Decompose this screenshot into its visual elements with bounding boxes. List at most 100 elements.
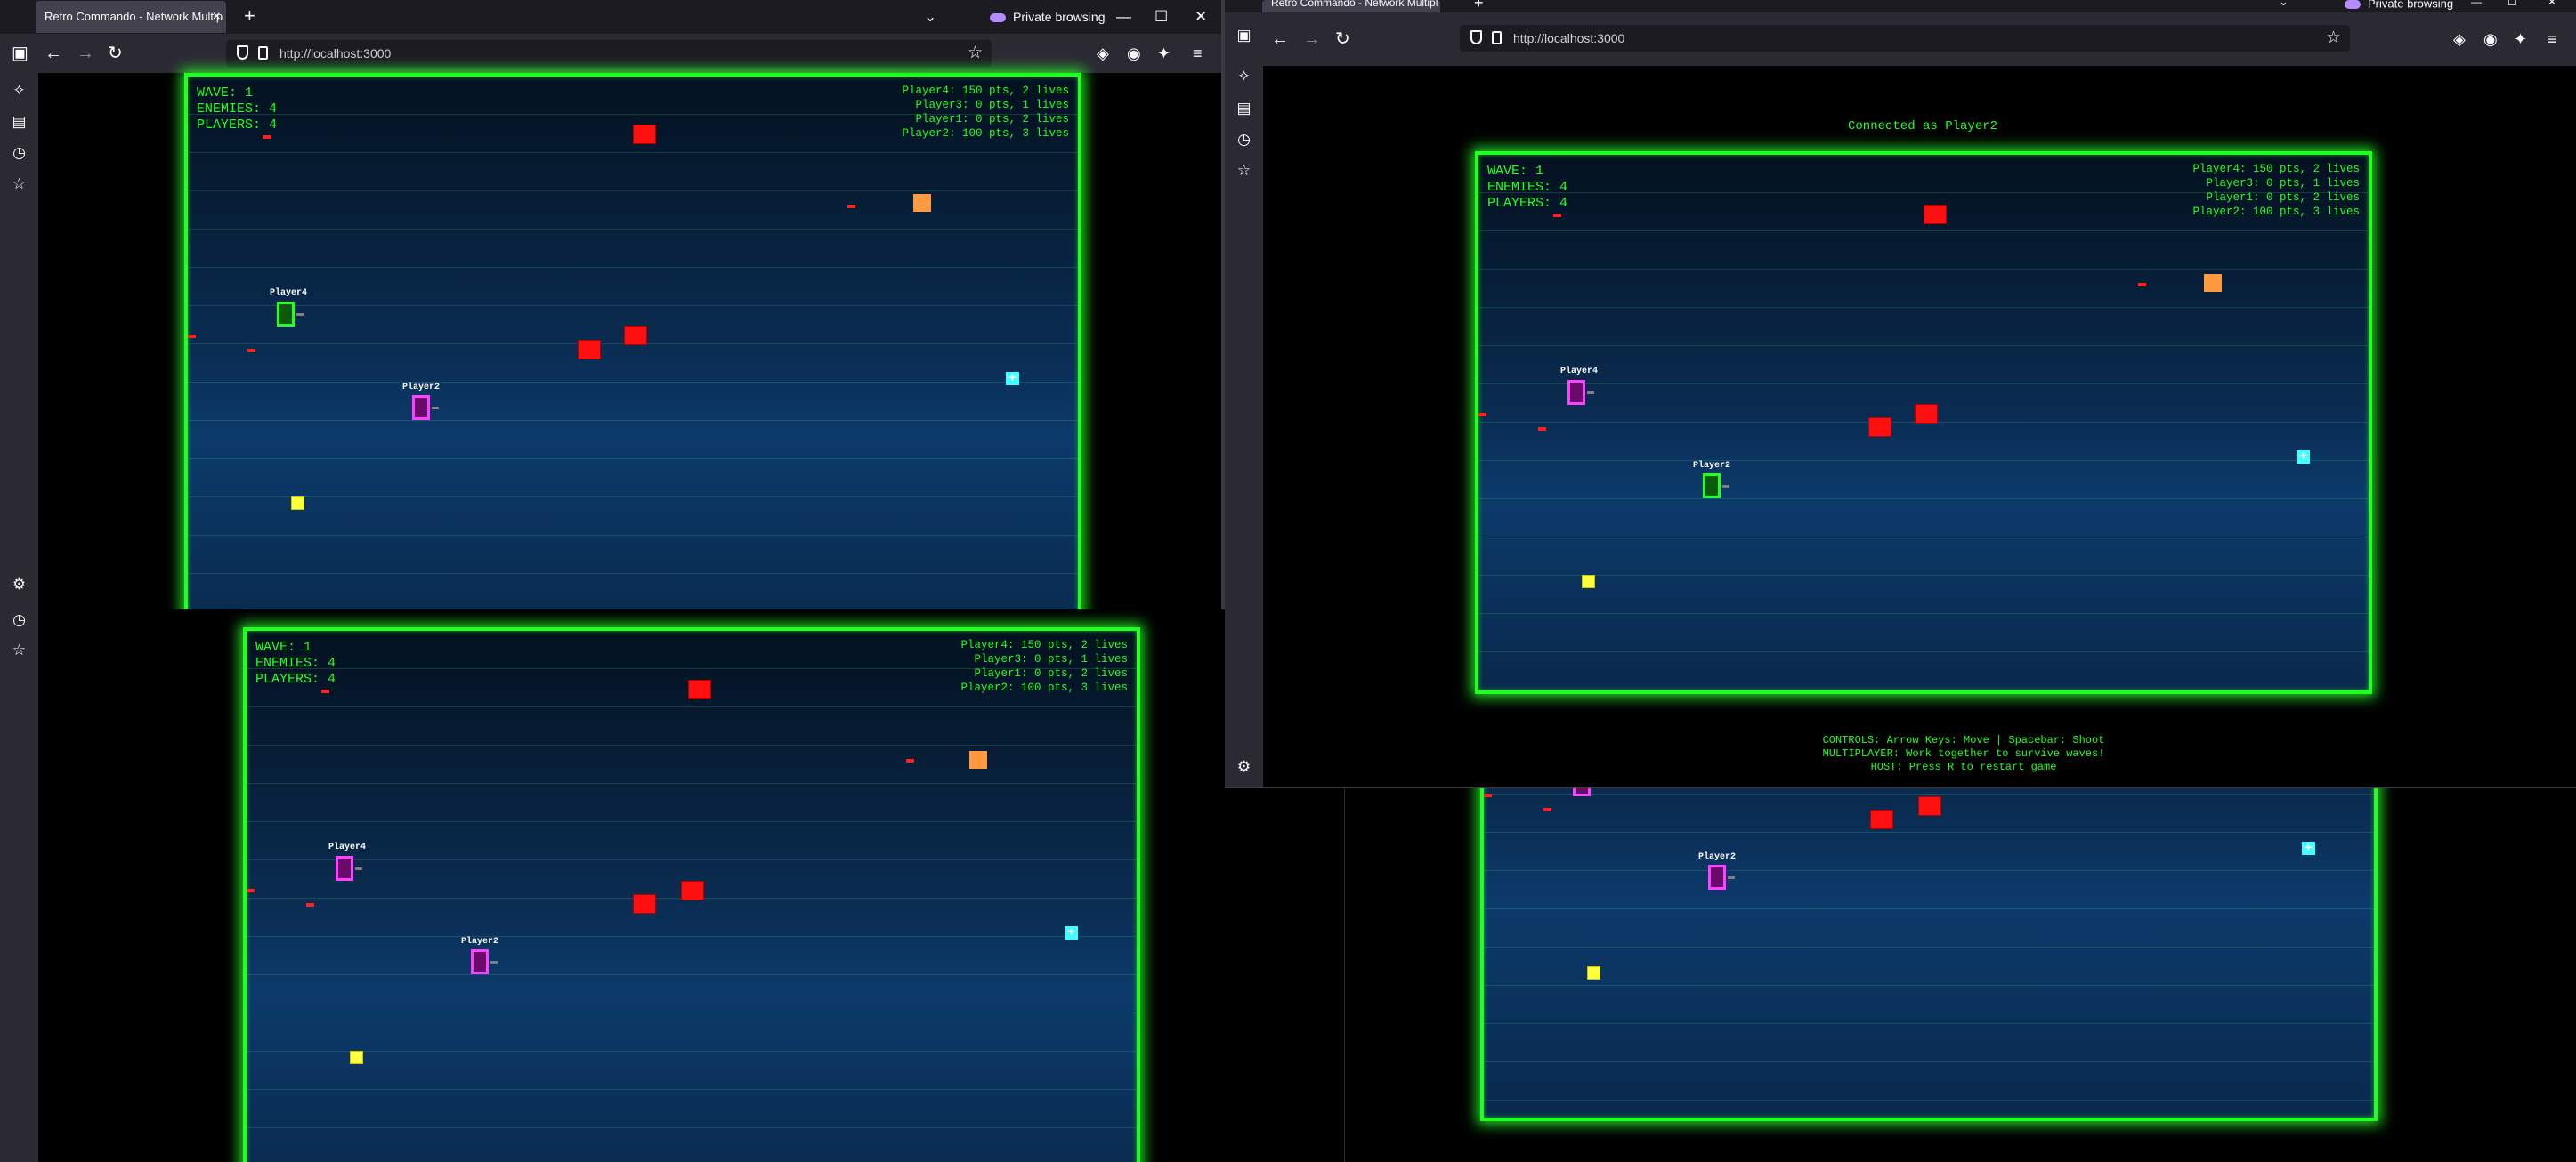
navigation-bar: ▣ ← → ↻ http://localhost:3000 ☆ ◈ ◉ ✦ ≡ <box>1225 12 2576 66</box>
sidebar: ◷ ☆ <box>0 609 38 1162</box>
maximize-button[interactable]: ☐ <box>1154 0 1168 34</box>
connection-status: Connected as Player2 <box>1848 119 1998 133</box>
score-row: Player3: 0 pts, 1 lives <box>2206 177 2360 190</box>
ai-chat-icon[interactable]: ✧ <box>1225 68 1263 85</box>
close-tab-icon[interactable]: × <box>213 1 221 33</box>
private-browsing-indicator: Private browsing <box>2345 0 2453 9</box>
bookmarks-icon[interactable]: ☆ <box>0 642 38 659</box>
score-row: Player3: 0 pts, 1 lives <box>974 653 1128 666</box>
score-row: Player2: 100 pts, 3 lives <box>2192 206 2360 218</box>
back-icon[interactable]: ← <box>45 34 62 73</box>
sidebar-toggle-icon[interactable]: ▣ <box>12 34 28 73</box>
bookmarks-icon[interactable]: ☆ <box>0 175 38 193</box>
minimize-button[interactable]: — <box>1116 0 1131 34</box>
new-tab-button[interactable]: + <box>1474 0 1484 11</box>
account-icon[interactable]: ◉ <box>2483 12 2498 66</box>
enemy <box>1918 796 1941 816</box>
extensions-icon[interactable]: ✦ <box>1157 34 1171 73</box>
score-row: Player1: 0 pts, 2 lives <box>915 113 1069 125</box>
score-row: Player3: 0 pts, 1 lives <box>915 99 1069 111</box>
health-powerup: + <box>2302 841 2315 855</box>
game-canvas[interactable]: WAVE: 1 ENEMIES: 4 PLAYERS: 4 Player4: 1… <box>243 627 1140 1162</box>
settings-icon[interactable]: ⚙ <box>1225 758 1263 776</box>
tab-bar: Retro Commando - Network Multipl + ⌄ Pri… <box>1225 0 2576 12</box>
minimize-button[interactable]: — <box>2471 0 2482 7</box>
player-gun <box>355 867 362 870</box>
forward-icon[interactable]: → <box>77 34 94 73</box>
bullet <box>247 349 255 352</box>
reload-icon[interactable]: ↻ <box>108 34 123 73</box>
forward-icon[interactable]: → <box>1303 12 1321 66</box>
bullet <box>2138 283 2146 286</box>
player-label: Player4 <box>1560 367 1599 376</box>
history-icon[interactable]: ◷ <box>0 611 38 629</box>
ai-chat-icon[interactable]: ✧ <box>0 82 38 100</box>
history-icon[interactable]: ◷ <box>1225 131 1263 149</box>
url-bar[interactable]: http://localhost:3000 ☆ <box>226 40 992 67</box>
close-window-button[interactable]: ✕ <box>1195 0 1207 34</box>
hud-stats: WAVE: 1 ENEMIES: 4 PLAYERS: 4 <box>1487 164 1567 212</box>
player-sprite <box>1703 473 1729 498</box>
menu-icon[interactable]: ≡ <box>1193 34 1203 73</box>
player-sprite <box>1567 380 1594 405</box>
shield-icon[interactable] <box>237 45 248 60</box>
tab-bar: Retro Commando - Network Multip × + ⌄ Pr… <box>0 0 1221 34</box>
account-icon[interactable]: ◉ <box>1127 34 1141 73</box>
enemies-counter: ENEMIES: 4 <box>1487 180 1568 195</box>
back-icon[interactable]: ← <box>1271 12 1289 66</box>
bullet <box>1553 214 1561 217</box>
wave-counter: WAVE: 1 <box>197 85 254 101</box>
score-row: Player4: 150 pts, 2 lives <box>902 85 1069 97</box>
star-icon[interactable]: ☆ <box>968 40 983 67</box>
score-row: Player1: 0 pts, 2 lives <box>974 667 1128 680</box>
scoreboard: Player4: 150 pts, 2 lives Player3: 0 pts… <box>2192 162 2360 219</box>
synced-tabs-icon[interactable]: ▤ <box>1225 100 1263 117</box>
enemy <box>633 894 656 914</box>
star-icon[interactable]: ☆ <box>2326 25 2341 52</box>
private-browsing-indicator: Private browsing <box>990 0 1106 34</box>
settings-icon[interactable]: ⚙ <box>0 576 38 593</box>
private-mask-icon <box>990 13 1006 23</box>
page-icon[interactable] <box>258 46 268 60</box>
sidebar: ✧ ▤ ◷ ☆ ⚙ <box>0 73 38 609</box>
url-text[interactable]: http://localhost:3000 <box>279 40 391 67</box>
player-label: Player2 <box>1693 461 1731 471</box>
players-counter: PLAYERS: 4 <box>197 117 278 133</box>
page-icon[interactable] <box>1492 31 1502 44</box>
controls-line: CONTROLS: Arrow Keys: Move | Spacebar: S… <box>1822 734 2105 746</box>
shield-icon[interactable] <box>1470 30 1482 44</box>
enemy <box>688 680 711 699</box>
bullet <box>263 135 271 139</box>
player-gun <box>490 961 498 964</box>
browser-tab[interactable]: Retro Commando - Network Multipl <box>1262 0 1440 12</box>
menu-icon[interactable]: ≡ <box>2548 12 2557 66</box>
pocket-icon[interactable]: ◈ <box>1097 34 1109 73</box>
bullet <box>1478 413 1486 416</box>
synced-tabs-icon[interactable]: ▤ <box>0 113 38 131</box>
enemy-orange <box>2204 274 2222 292</box>
extensions-icon[interactable]: ✦ <box>2514 12 2527 66</box>
enemy <box>633 125 656 144</box>
maximize-button[interactable]: ☐ <box>2507 0 2517 7</box>
history-icon[interactable]: ◷ <box>0 144 38 162</box>
pocket-icon[interactable]: ◈ <box>2453 12 2466 66</box>
enemies-counter: ENEMIES: 4 <box>197 101 278 117</box>
enemy <box>624 326 647 345</box>
navigation-bar: ▣ ← → ↻ http://localhost:3000 ☆ ◈ ◉ ✦ ≡ <box>0 34 1221 73</box>
reload-icon[interactable]: ↻ <box>1335 12 1350 66</box>
browser-window-top-right: Retro Commando - Network Multipl + ⌄ Pri… <box>1225 0 2576 788</box>
enemy <box>1915 404 1938 424</box>
game-canvas[interactable]: Player4 Player2 + <box>1480 781 2378 1121</box>
player-gun <box>1728 876 1735 879</box>
url-bar[interactable]: http://localhost:3000 ☆ <box>1460 25 2350 52</box>
url-text[interactable]: http://localhost:3000 <box>1513 25 1624 52</box>
close-window-button[interactable]: ✕ <box>2548 0 2556 7</box>
sidebar-toggle-icon[interactable]: ▣ <box>1225 27 1263 44</box>
game-canvas[interactable]: WAVE: 1 ENEMIES: 4 PLAYERS: 4 Player4: 1… <box>184 73 1081 609</box>
list-tabs-icon[interactable]: ⌄ <box>2279 0 2288 7</box>
list-tabs-icon[interactable]: ⌄ <box>924 0 936 34</box>
browser-tab[interactable]: Retro Commando - Network Multip × <box>36 1 226 33</box>
bookmarks-icon[interactable]: ☆ <box>1225 162 1263 180</box>
new-tab-button[interactable]: + <box>244 0 255 32</box>
game-canvas[interactable]: WAVE: 1 ENEMIES: 4 PLAYERS: 4 Player4: 1… <box>1475 151 2372 694</box>
